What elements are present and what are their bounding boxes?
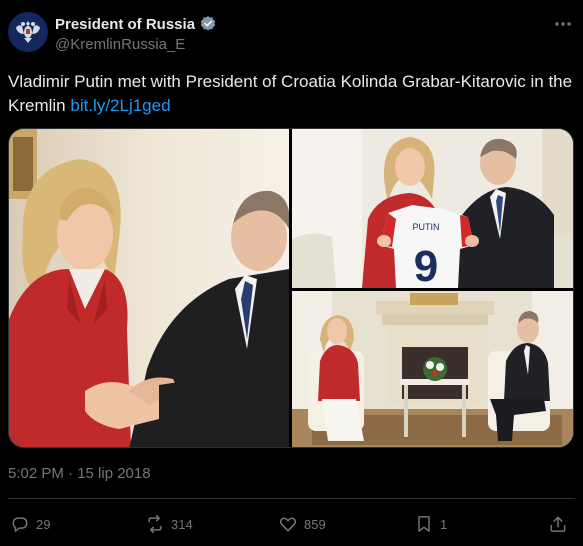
- bookmark-count: 1: [440, 516, 448, 532]
- account-handle[interactable]: @KremlinRussia_E: [55, 36, 185, 53]
- heart-icon: [279, 517, 297, 532]
- repost-icon: [148, 514, 162, 534]
- verified-badge-icon: [200, 16, 216, 31]
- share-icon: [550, 516, 566, 532]
- jersey-photo[interactable]: PUTIN 9: [292, 129, 573, 288]
- reply-count: 29: [36, 516, 51, 532]
- repost-button[interactable]: 314: [145, 510, 193, 538]
- tweet-header: President of Russia @KremlinRussia_E: [8, 12, 575, 56]
- display-name[interactable]: President of Russia: [55, 16, 195, 33]
- action-bar: 29 314 859 1: [8, 510, 575, 538]
- handshake-photo[interactable]: [9, 129, 289, 447]
- russian-coat-of-arms-icon: [8, 12, 48, 52]
- avatar[interactable]: [8, 12, 48, 52]
- repost-count: 314: [171, 516, 193, 532]
- divider: [8, 498, 575, 499]
- tweet-link[interactable]: bit.ly/2Lj1ged: [70, 96, 170, 115]
- name-row: President of Russia: [55, 15, 217, 33]
- jersey-number: 9: [414, 242, 438, 288]
- like-button[interactable]: 859: [278, 510, 326, 538]
- more-options-icon[interactable]: [551, 14, 575, 34]
- bookmark-button[interactable]: 1: [414, 510, 447, 538]
- tweet-timestamp[interactable]: 5:02 PM · 15 lip 2018: [8, 465, 151, 482]
- meeting-room-photo[interactable]: [292, 291, 573, 447]
- tweet-text: Vladimir Putin met with President of Cro…: [8, 70, 575, 118]
- tweet: President of Russia @KremlinRussia_E Vla…: [0, 0, 583, 546]
- reply-button[interactable]: 29: [10, 510, 50, 538]
- jersey-name: PUTIN: [413, 222, 440, 232]
- share-button[interactable]: [548, 510, 568, 538]
- reply-icon: [12, 517, 28, 532]
- like-count: 859: [304, 516, 326, 532]
- bookmark-icon: [418, 516, 430, 532]
- media-grid: PUTIN 9: [8, 128, 574, 448]
